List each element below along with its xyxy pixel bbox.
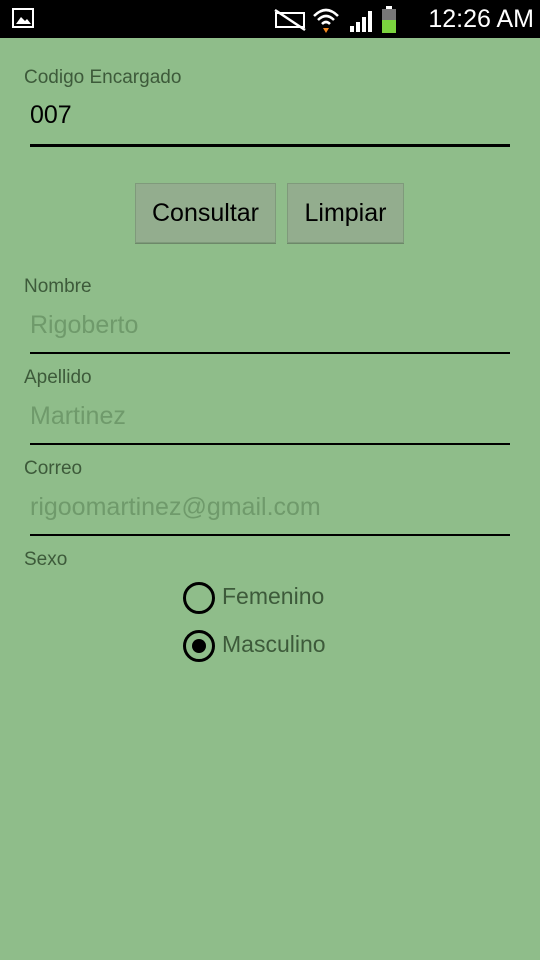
codigo-underline — [30, 144, 510, 147]
radio-masculino-label[interactable]: Masculino — [222, 631, 326, 658]
correo-input[interactable]: rigoomartinez@gmail.com — [30, 493, 510, 522]
status-icons — [274, 6, 396, 33]
apellido-underline — [30, 443, 510, 445]
wifi-icon — [313, 8, 339, 33]
codigo-input[interactable]: 007 — [30, 101, 510, 130]
signal-icon — [350, 11, 372, 32]
radio-femenino-label[interactable]: Femenino — [222, 583, 324, 610]
radio-button-checked[interactable] — [183, 630, 215, 662]
mute-icon — [274, 8, 306, 32]
correo-label: Correo — [24, 458, 83, 479]
status-time: 12:26 AM — [428, 5, 534, 33]
consultar-button[interactable]: Consultar — [135, 183, 276, 243]
nombre-label: Nombre — [24, 276, 92, 297]
nombre-underline — [30, 352, 510, 354]
status-bar: 12:26 AM — [0, 0, 540, 38]
apellido-input[interactable]: Martinez — [30, 402, 510, 431]
image-icon — [12, 8, 34, 28]
sexo-label: Sexo — [24, 549, 68, 570]
apellido-label: Apellido — [24, 367, 92, 388]
nombre-input[interactable]: Rigoberto — [30, 311, 510, 340]
battery-icon — [382, 6, 396, 33]
codigo-label: Codigo Encargado — [24, 67, 182, 88]
correo-underline — [30, 534, 510, 536]
limpiar-button[interactable]: Limpiar — [287, 183, 404, 243]
radio-button-unchecked[interactable] — [183, 582, 215, 614]
radio-dot — [192, 639, 206, 653]
